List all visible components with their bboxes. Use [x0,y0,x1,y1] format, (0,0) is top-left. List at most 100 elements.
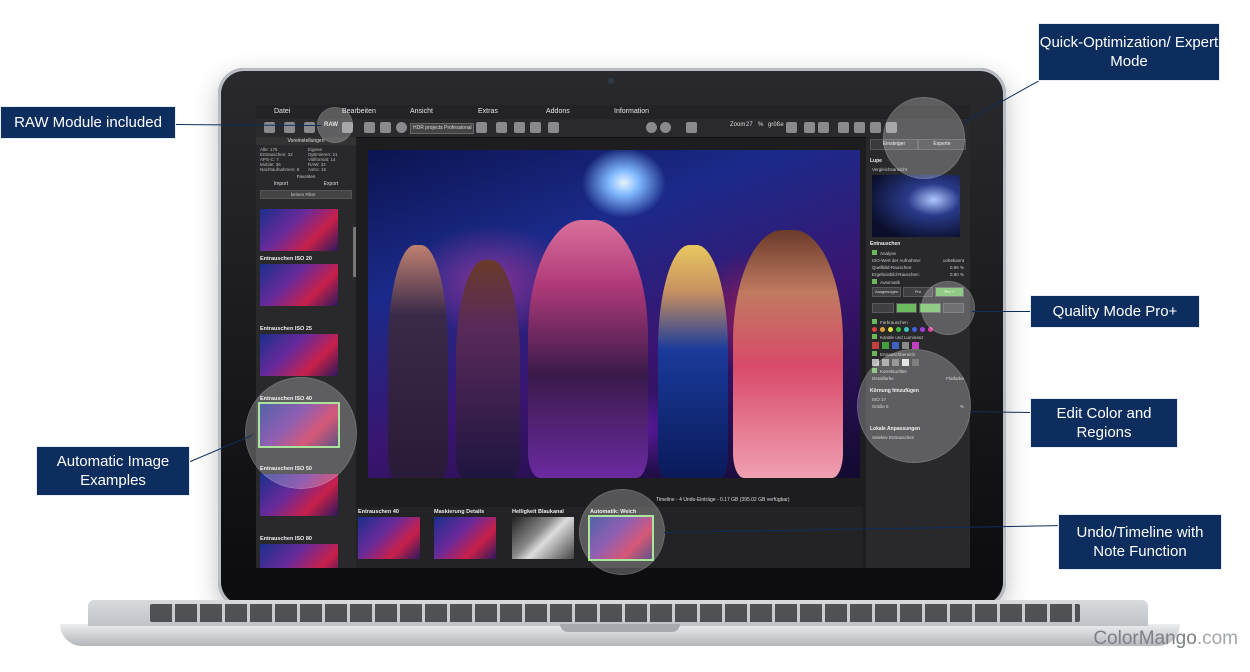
fullscreen-icon[interactable] [818,122,829,133]
swatch-orange[interactable] [880,327,885,332]
edges-row[interactable]: Kanäle und Luminanz [866,333,970,341]
filter-select[interactable]: keinen Filter [260,190,352,199]
analysis-row[interactable]: Analyse [866,249,970,257]
channel-red-icon[interactable] [872,342,879,349]
highlight-edit-color [858,350,970,462]
timeline-thumbnail[interactable] [358,517,420,559]
save-icon[interactable] [284,122,295,133]
preset-thumbnail[interactable] [260,544,338,568]
swatch-blue[interactable] [912,327,917,332]
menu-item-datei[interactable]: Datei [256,105,324,119]
preset-thumbnail[interactable] [260,334,338,376]
pdf-icon[interactable] [514,122,525,133]
channel-green-icon[interactable] [882,342,889,349]
iso-label: ISO-Wert der Aufnahme: [872,258,922,263]
result-noise-row: Ergebnisbild-Rauschen: 0.80 % [866,271,970,278]
iso-row: ISO-Wert der Aufnahme: unbekannt [866,257,970,264]
timeline-frame[interactable]: Entrauschen 40 [358,508,434,559]
preset-label: Entrauschen ISO 80 [260,536,312,542]
photo-person [733,230,843,478]
swatch-red[interactable] [872,327,877,332]
checkbox-icon[interactable] [872,334,877,339]
presets-scrollbar[interactable] [353,227,356,277]
preset-thumbnail[interactable] [260,209,338,251]
toolbar: RAW HDR projects Professional Zoom 27 % … [256,119,970,138]
zoom-value[interactable]: 27 [746,122,753,128]
preset-item[interactable] [260,209,350,251]
menu-item-extras[interactable]: Extras [460,105,528,119]
open-icon[interactable] [264,122,275,133]
tools-icon[interactable] [476,122,487,133]
source-noise-row: Quellbild-Rauschen: 0.96 % [866,264,970,271]
profile-select[interactable]: HDR projects Professional [410,123,474,134]
callout-quality: Quality Mode Pro+ [1030,295,1200,328]
loupe-preview[interactable] [872,175,960,237]
curve-icon[interactable] [548,122,559,133]
laptop-notch [560,624,680,632]
channel-luma-icon[interactable] [902,342,909,349]
laptop-keyboard [150,604,1080,622]
hand-icon[interactable] [786,122,797,133]
analysis-label: Analyse [880,251,897,256]
zoom-unit: % [758,122,764,128]
swatch-green[interactable] [896,327,901,332]
save-as-icon[interactable] [364,122,375,133]
stat-night[interactable]: Nachtaufnahmen: 8 [260,167,304,172]
preset-thumbnail[interactable] [260,264,338,306]
note-icon[interactable] [870,122,881,133]
swatch-cyan[interactable] [904,327,909,332]
menu-item-information[interactable]: Information [596,105,664,119]
stat-astro[interactable]: Astro: 15 [308,167,352,172]
channel-blue-icon[interactable] [892,342,899,349]
timeline-thumbnail[interactable] [512,517,574,559]
timeline-frame-label: Helligkeit Blaukanal [512,509,564,515]
checkbox-icon[interactable] [872,351,877,356]
swatch-purple[interactable] [920,327,925,332]
dual-view-icon[interactable] [854,122,865,133]
zoom-label: Zoom [730,122,746,128]
brush-icon[interactable] [496,122,507,133]
print-icon[interactable] [380,122,391,133]
checkbox-icon[interactable] [872,319,877,324]
mode-balanced-button[interactable]: Ausgewogen [872,287,902,297]
checkbox-icon[interactable] [872,250,877,255]
main-photo[interactable] [368,150,860,478]
fit-icon[interactable] [804,122,815,133]
menu-bar: Datei Bearbeiten Ansicht Extras Addons I… [256,105,970,119]
preset-item[interactable]: Entrauschen ISO 80 [260,535,350,568]
photo-person [456,260,520,478]
warning-icon[interactable] [872,303,894,313]
timeline-frame[interactable]: Maskierung Details [434,508,510,559]
denoise-title: Entrauschen [870,241,901,247]
highlight-quick [884,98,964,178]
callout-quick: Quick-Optimization/ Expert Mode [1038,23,1220,81]
channel-magenta-icon[interactable] [912,342,919,349]
preset-label: Entrauschen ISO 25 [260,326,312,332]
preset-item[interactable]: Entrauschen ISO 20 [260,255,350,306]
export-button[interactable]: Export [324,181,338,187]
checkbox-icon[interactable] [872,279,877,284]
split-view-icon[interactable] [838,122,849,133]
preset-item[interactable]: Entrauschen ISO 25 [260,325,350,376]
refresh-icon[interactable] [396,122,407,133]
highlight-raw [318,108,352,142]
result-noise-label: Ergebnisbild-Rauschen: [872,272,920,277]
undo-icon[interactable] [646,122,657,133]
timeline-frame[interactable]: Helligkeit Blaukanal [512,508,588,559]
brush-tool-icon[interactable] [895,303,917,313]
rotate-icon[interactable] [686,122,697,133]
batch-icon[interactable] [304,122,315,133]
compare-icon[interactable] [530,122,541,133]
automatic-label: Automatik [880,280,901,285]
import-button[interactable]: Import [274,181,288,187]
swatch-yellow[interactable] [888,327,893,332]
timeline-frame-label: Maskierung Details [434,509,485,515]
menu-item-ansicht[interactable]: Ansicht [392,105,460,119]
channel-buttons [866,341,970,350]
timeline-status: Timeline - 4 Undo-Einträge - 0.17 GB (39… [656,497,790,503]
redo-icon[interactable] [660,122,671,133]
callout-undo: Undo/Timeline with Note Function [1058,514,1222,570]
timeline-thumbnail[interactable] [434,517,496,559]
menu-item-addons[interactable]: Addons [528,105,596,119]
brand-name: ColorMango [1093,628,1197,649]
